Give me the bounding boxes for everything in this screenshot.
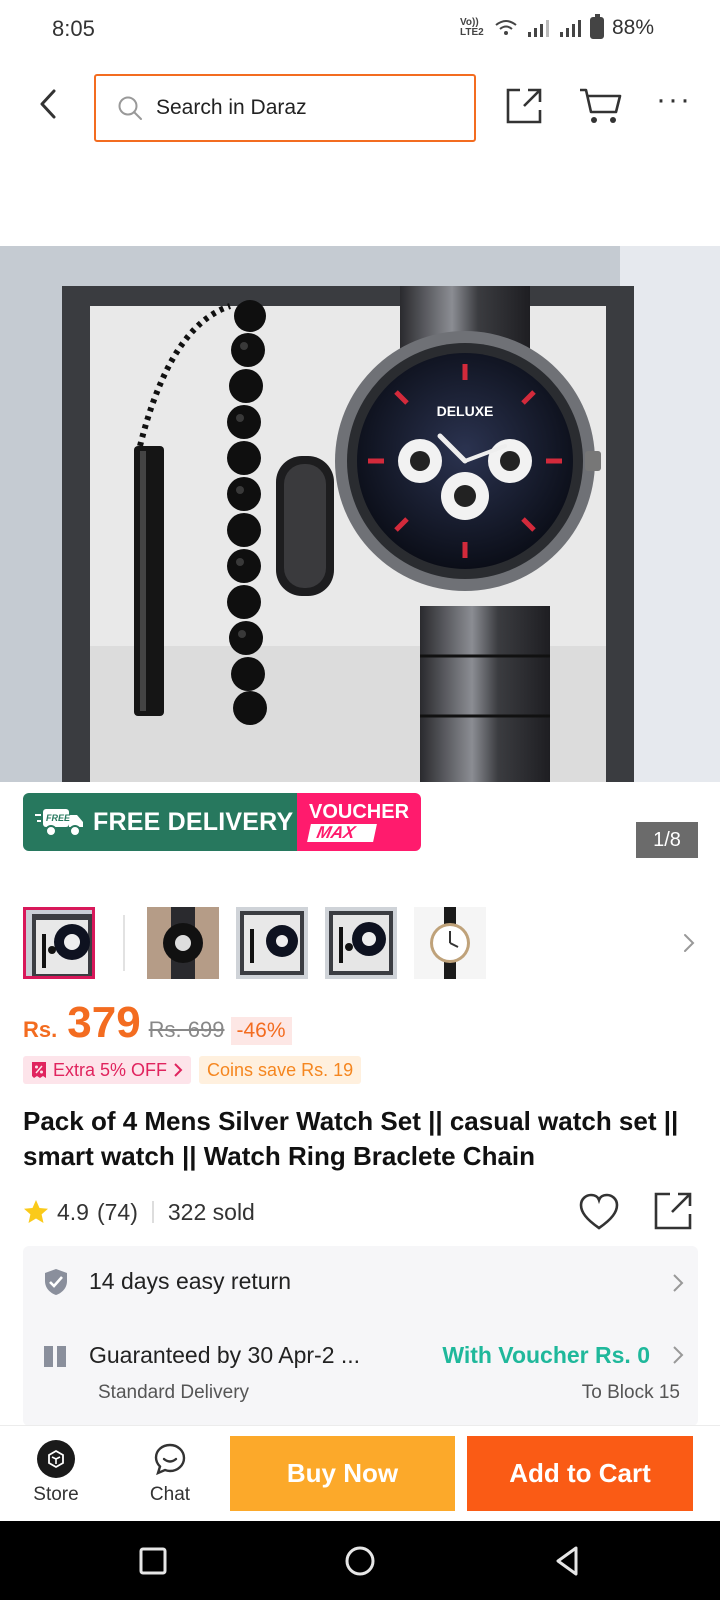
coins-tag[interactable]: Coins save Rs. 19 [199,1056,362,1084]
back-button[interactable] [30,86,66,122]
chat-icon [154,1443,186,1476]
price-currency: Rs. [23,1017,58,1042]
thumbnail-4[interactable] [325,907,397,979]
battery-icon [589,14,604,39]
system-navigation-bar [0,1521,720,1600]
add-to-cart-button[interactable]: Add to Cart [467,1436,693,1511]
price-current: 379 [67,998,141,1047]
chat-button[interactable]: Chat [134,1440,206,1516]
chevron-right-icon [673,1274,684,1292]
price-row: Rs. 379 Rs. 699 -46% [23,998,292,1050]
thumbnail-divider [123,915,125,971]
search-placeholder: Search in Daraz [156,96,307,119]
wifi-icon [495,20,517,35]
price-original: Rs. 699 [148,1017,225,1042]
status-icons: Vo)) LTE2 88% [459,14,654,40]
delivery-row[interactable]: Guaranteed by 30 Apr-2 ... With Voucher … [23,1318,698,1426]
buy-now-button[interactable]: Buy Now [230,1436,455,1511]
promo-tags: Extra 5% OFF Coins save Rs. 19 [23,1056,362,1084]
free-delivery-label: FREE DELIVERY [93,807,294,836]
discount-badge: -46% [230,1017,292,1045]
thumbnail-3[interactable] [236,907,308,979]
volte-indicator: Vo)) LTE2 [459,17,484,38]
signal-icon-1 [527,20,549,37]
status-bar: 8:05 Vo)) LTE2 88% [0,0,720,62]
review-count: (74) [96,1198,138,1225]
product-photo: DELUXE [0,246,720,782]
search-input[interactable]: Search in Daraz [94,74,476,142]
more-options-icon[interactable]: ··· [656,85,690,120]
thumbnail-5[interactable] [414,907,486,979]
share-product-icon[interactable] [652,1190,694,1232]
search-icon [118,96,142,120]
product-title: Pack of 4 Mens Silver Watch Set || casua… [23,1106,679,1171]
return-policy-text: 14 days easy return [89,1268,292,1294]
thumbnail-strip [23,907,703,981]
bottom-action-bar: Store Chat Buy Now Add to Cart [0,1425,720,1521]
signal-icon-2 [559,20,581,37]
delivery-guarantee-text: Guaranteed by 30 Apr-2 ... [89,1342,361,1368]
rating-value: 4.9 [57,1198,89,1225]
chat-label: Chat [149,1484,191,1505]
extra-off-label: Extra 5% OFF [53,1059,168,1080]
back-arrow-icon [40,89,56,119]
store-button[interactable]: Store [20,1440,92,1516]
top-header: Search in Daraz ··· [0,62,720,152]
voucher-icon [32,1062,46,1078]
back-nav-icon[interactable] [550,1543,586,1579]
chevron-right-icon [673,1346,684,1364]
voucher-label: VOUCHER [309,801,410,823]
shield-check-icon [45,1269,67,1295]
rating-row[interactable]: 4.9 (74) 322 sold [23,1194,255,1230]
delivery-destination-text: To Block 15 [581,1382,680,1403]
extra-off-tag[interactable]: Extra 5% OFF [23,1056,192,1084]
return-policy-row[interactable]: 14 days easy return [23,1246,698,1318]
thumbnail-1[interactable] [23,907,95,979]
delivery-box-icon [44,1346,66,1367]
free-delivery-section: FREE FREE DELIVERY [23,793,297,851]
rating-divider [151,1201,154,1223]
star-icon [24,1200,48,1223]
free-badge-text: FREE [46,813,71,823]
store-icon [37,1440,75,1478]
recents-icon[interactable] [135,1543,171,1579]
voucher-max-badge: VOUCHER MAX [297,793,421,851]
delivery-truck-icon: FREE [35,809,83,837]
share-icon[interactable] [504,86,544,126]
product-image[interactable]: DELUXE [0,246,720,782]
cart-icon[interactable] [578,86,622,126]
status-time: 8:05 [52,16,95,41]
wishlist-heart-icon[interactable] [578,1192,620,1232]
coins-label: Coins save Rs. 19 [207,1059,354,1080]
service-info-card: 14 days easy return Guaranteed by 30 Apr… [23,1246,698,1426]
image-counter: 1/8 [636,822,698,858]
chevron-right-icon [174,1063,183,1077]
battery-percent: 88% [611,16,654,39]
home-icon[interactable] [342,1543,378,1579]
voucher-max-label: MAX [307,823,377,842]
free-delivery-banner[interactable]: FREE FREE DELIVERY VOUCHER MAX [23,793,421,851]
sold-count: 322 sold [167,1198,255,1225]
svg-text:DELUXE: DELUXE [437,403,494,419]
store-label: Store [33,1484,79,1505]
delivery-type-text: Standard Delivery [98,1382,250,1403]
thumbnail-next-icon[interactable] [677,925,701,961]
thumbnail-2[interactable] [147,907,219,979]
voucher-offer-text: With Voucher Rs. 0 [442,1342,650,1368]
